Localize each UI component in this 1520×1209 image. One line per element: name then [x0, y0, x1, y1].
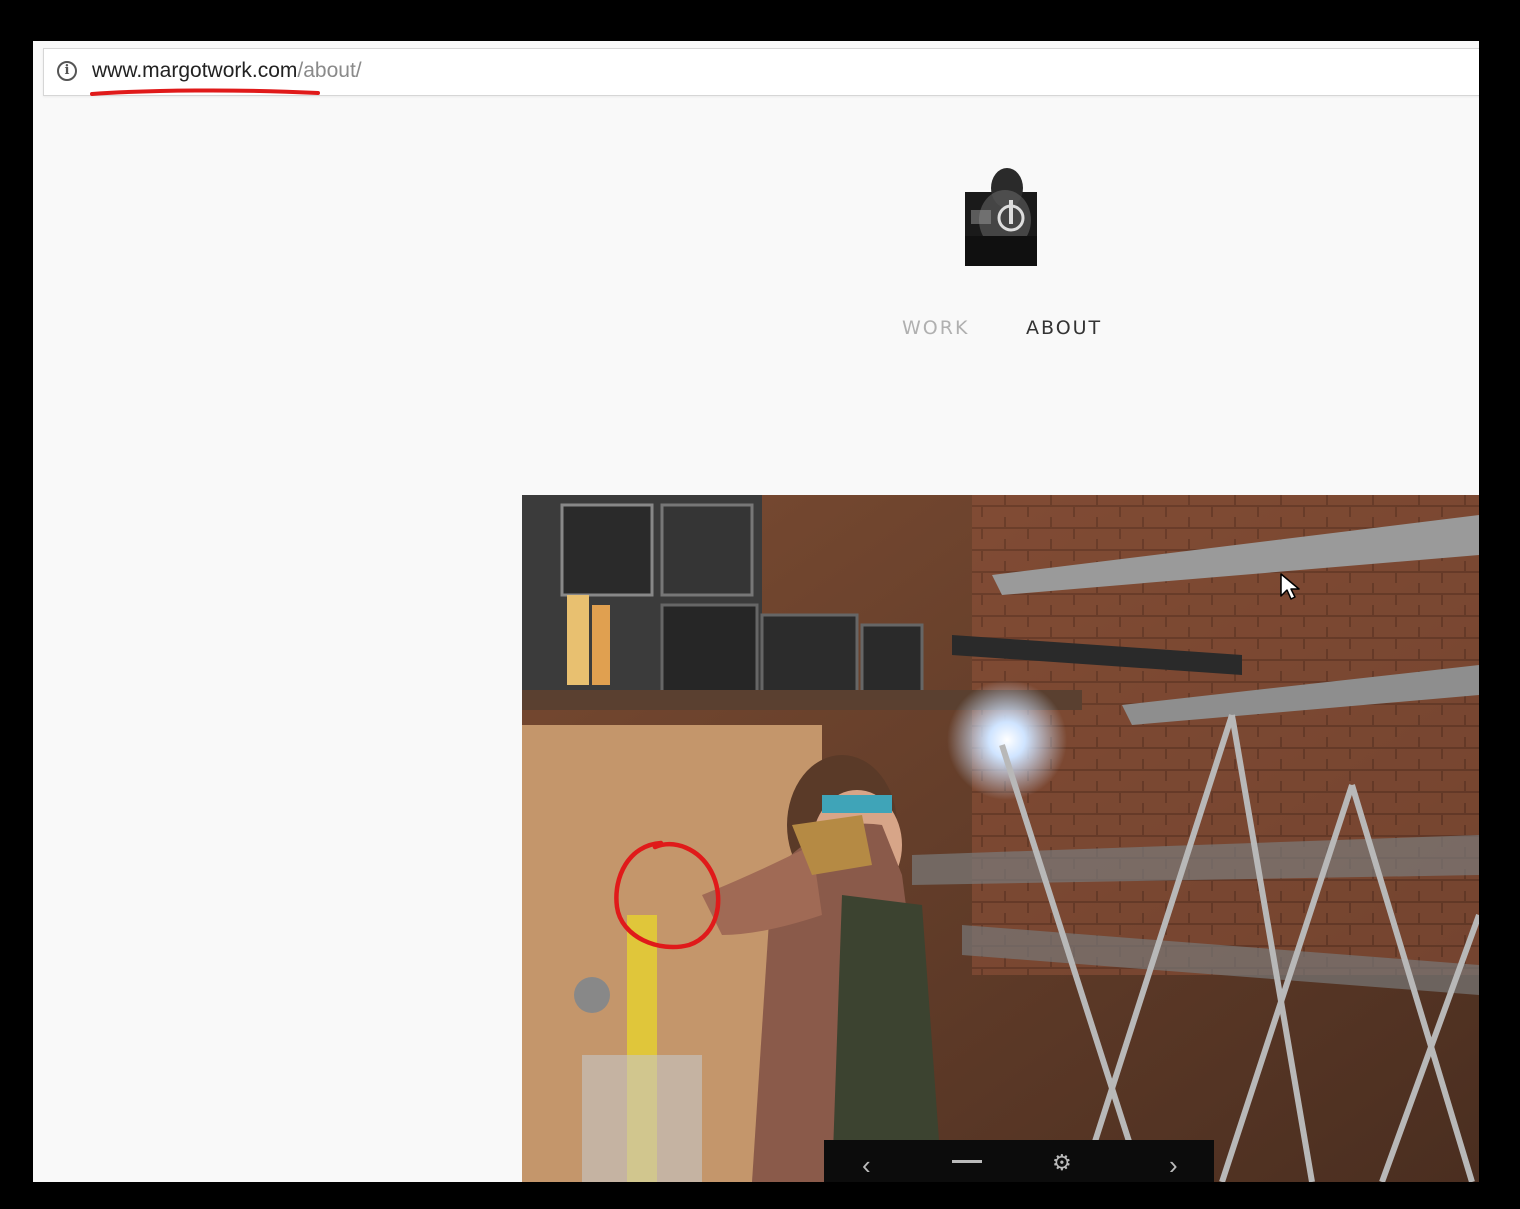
red-underline-annotation	[90, 88, 320, 96]
chevron-left-icon[interactable]: ‹	[862, 1150, 871, 1181]
screen-bezel-bottom	[0, 1182, 1520, 1209]
address-bar[interactable]: i www.margotwork.com/about/	[43, 48, 1479, 96]
mouse-cursor-icon	[1280, 573, 1300, 600]
chevron-right-icon[interactable]: ›	[1169, 1150, 1178, 1181]
red-circle-annotation	[614, 840, 721, 950]
url-path: /about/	[297, 59, 362, 82]
info-icon[interactable]: i	[57, 61, 77, 81]
gallery-controls: ‹ ⚙ ›	[824, 1140, 1214, 1182]
site-nav: WORK ABOUT	[33, 317, 1479, 347]
nav-work[interactable]: WORK	[902, 317, 969, 339]
gear-icon[interactable]: ⚙	[1052, 1150, 1072, 1176]
url-host: www.margotwork.com	[92, 59, 298, 82]
url-text[interactable]: www.margotwork.com/about/	[92, 58, 362, 84]
nav-about[interactable]: ABOUT	[1026, 317, 1102, 339]
site-logo[interactable]	[965, 168, 1037, 266]
browser-viewport: i www.margotwork.com/about/ WORK ABOUT ‹…	[33, 41, 1479, 1182]
grid-icon[interactable]	[952, 1160, 982, 1163]
